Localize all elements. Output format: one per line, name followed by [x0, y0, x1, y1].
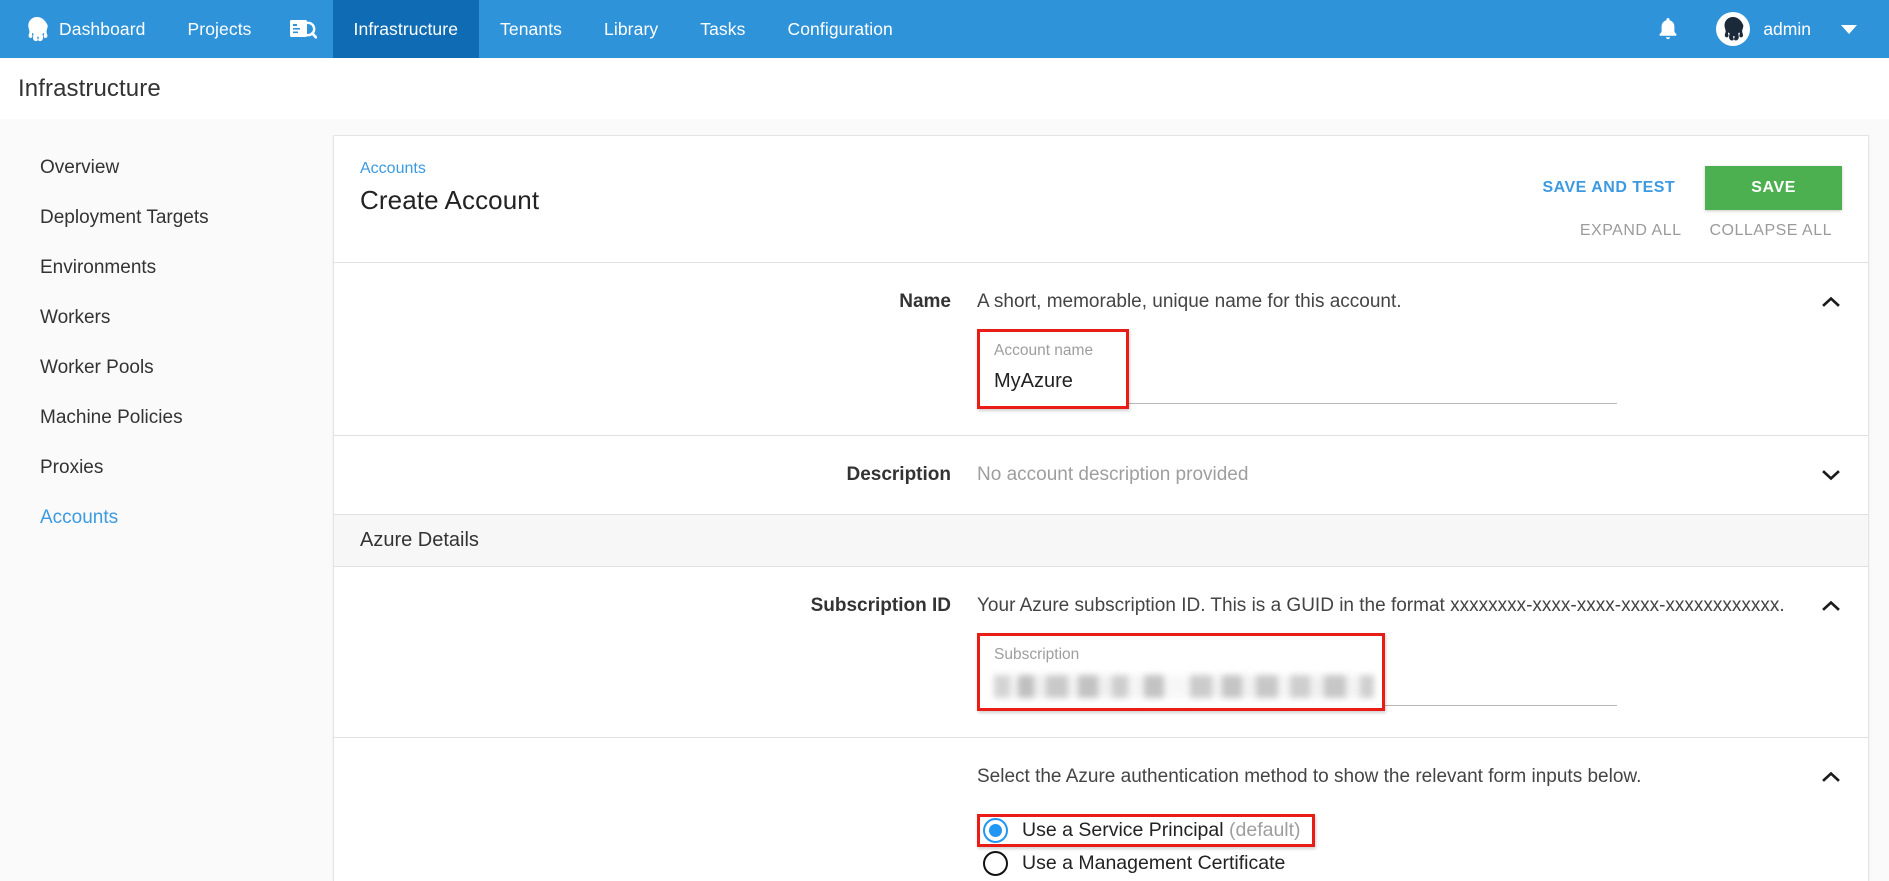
sidebar-item-label: Workers	[40, 307, 111, 328]
section-header-azure-details: Azure Details	[334, 514, 1868, 566]
subscription-floating-label: Subscription	[994, 646, 1080, 663]
description-placeholder[interactable]: No account description provided	[977, 462, 1802, 488]
sidebar-item-label: Machine Policies	[40, 407, 183, 428]
nav-item-label: Dashboard	[59, 18, 146, 39]
create-account-card: Accounts Create Account SAVE AND TEST SA…	[333, 135, 1869, 881]
bell-icon	[1658, 17, 1678, 41]
auth-method-label-empty	[334, 764, 977, 880]
card-header: Accounts Create Account SAVE AND TEST SA…	[334, 136, 1868, 215]
nav-item-library[interactable]: Library	[583, 0, 679, 58]
name-label: Name	[899, 291, 951, 312]
top-navbar: Dashboard Projects Infrastructure Tenant	[0, 0, 1889, 58]
subscription-input-box[interactable]: Subscription	[977, 633, 1385, 711]
expand-all-button[interactable]: EXPAND ALL	[1570, 216, 1692, 246]
radio-label-default-suffix: (default)	[1229, 819, 1301, 841]
name-help-text: A short, memorable, unique name for this…	[977, 291, 1402, 312]
sidebar-item-label: Environments	[40, 257, 157, 278]
description-content: No account description provided	[977, 462, 1842, 488]
main-content: Accounts Create Account SAVE AND TEST SA…	[333, 119, 1889, 881]
radio-label: Use a Management Certificate	[1022, 852, 1286, 874]
auth-method-help-text: Select the Azure authentication method t…	[977, 766, 1642, 787]
auth-method-radio-group: Use a Service Principal (default) Use a …	[977, 814, 1802, 880]
caret-down-icon	[1841, 24, 1857, 34]
sidebar-item-label: Worker Pools	[40, 357, 154, 378]
subscription-input-redacted-value[interactable]	[994, 675, 1374, 698]
radio-selected-icon	[983, 818, 1008, 843]
name-content: A short, memorable, unique name for this…	[977, 289, 1842, 409]
nav-item-label: Configuration	[787, 18, 893, 39]
navbar-right-group: admin	[1636, 0, 1889, 58]
account-name-input-box[interactable]: Account name MyAzure	[977, 329, 1129, 409]
radio-use-service-principal[interactable]: Use a Service Principal (default)	[977, 814, 1315, 847]
nav-item-label: Library	[604, 18, 659, 39]
form-row-subscription-id: Subscription ID Your Azure subscription …	[334, 566, 1868, 737]
sidebar-item-label: Overview	[40, 157, 120, 178]
sidebar-item-label: Proxies	[40, 457, 104, 478]
nav-item-projects[interactable]: Projects	[167, 0, 273, 58]
page-body: Overview Deployment Targets Environments…	[0, 119, 1889, 881]
radio-label: Use a Service Principal (default)	[1022, 819, 1301, 842]
save-and-test-button[interactable]: SAVE AND TEST	[1526, 169, 1691, 207]
sidebar-item-proxies[interactable]: Proxies	[0, 443, 333, 493]
user-menu[interactable]: admin	[1700, 12, 1815, 46]
sidebar-item-overview[interactable]: Overview	[0, 143, 333, 193]
nav-item-label: Tenants	[500, 18, 563, 39]
account-name-input[interactable]: MyAzure	[994, 366, 1112, 396]
page-scrollbar[interactable]	[1882, 119, 1889, 881]
account-name-field-wrap: Account name MyAzure	[977, 329, 1802, 409]
radio-unselected-icon	[983, 851, 1008, 876]
form-row-auth-method: Select the Azure authentication method t…	[334, 737, 1868, 881]
nav-item-label: Infrastructure	[353, 18, 459, 39]
nav-item-dashboard[interactable]: Dashboard	[0, 0, 167, 58]
sidebar-item-label: Deployment Targets	[40, 207, 209, 228]
subscription-id-content: Your Azure subscription ID. This is a GU…	[977, 593, 1842, 711]
card-header-actions: SAVE AND TEST SAVE	[1526, 160, 1842, 210]
user-menu-caret-button[interactable]	[1815, 24, 1867, 34]
description-label: Description	[846, 464, 951, 485]
nav-item-tasks[interactable]: Tasks	[679, 0, 766, 58]
sidebar-item-machine-policies[interactable]: Machine Policies	[0, 393, 333, 443]
sidebar: Overview Deployment Targets Environments…	[0, 119, 333, 881]
sidebar-item-workers[interactable]: Workers	[0, 293, 333, 343]
chevron-up-icon[interactable]	[1820, 291, 1842, 313]
account-name-floating-label: Account name	[994, 342, 1094, 359]
sidebar-item-deployment-targets[interactable]: Deployment Targets	[0, 193, 333, 243]
save-button[interactable]: SAVE	[1705, 166, 1842, 210]
nav-item-label: Tasks	[700, 18, 746, 39]
navbar-left-group: Dashboard Projects Infrastructure Tenant	[0, 0, 914, 58]
nav-item-configuration[interactable]: Configuration	[766, 0, 913, 58]
expand-collapse-row: EXPAND ALL COLLAPSE ALL	[334, 206, 1868, 262]
chevron-up-icon[interactable]	[1820, 595, 1842, 617]
subscription-id-help-text: Your Azure subscription ID. This is a GU…	[977, 595, 1785, 616]
radio-use-management-certificate[interactable]: Use a Management Certificate	[977, 847, 1299, 880]
collapse-all-button[interactable]: COLLAPSE ALL	[1699, 216, 1842, 246]
sidebar-item-environments[interactable]: Environments	[0, 243, 333, 293]
subscription-field-wrap: Subscription	[977, 633, 1802, 711]
user-name: admin	[1763, 18, 1811, 39]
page-title: Infrastructure	[18, 74, 161, 102]
nav-item-infrastructure[interactable]: Infrastructure	[332, 0, 480, 58]
nav-item-tenants[interactable]: Tenants	[479, 0, 583, 58]
sidebar-item-label: Accounts	[40, 507, 119, 528]
chevron-down-icon[interactable]	[1820, 464, 1842, 486]
octopus-logo-icon	[26, 16, 48, 42]
notifications-button[interactable]	[1636, 17, 1700, 41]
breadcrumb-accounts[interactable]: Accounts	[360, 160, 426, 178]
avatar	[1716, 12, 1751, 46]
page-header: Infrastructure	[0, 58, 1889, 119]
auth-method-content: Select the Azure authentication method t…	[977, 764, 1842, 880]
sidebar-item-worker-pools[interactable]: Worker Pools	[0, 343, 333, 393]
radio-dot	[989, 824, 1002, 837]
radio-label-text: Use a Service Principal	[1022, 819, 1224, 841]
form-row-name: Name A short, memorable, unique name for…	[334, 262, 1868, 435]
nav-item-label: Projects	[187, 18, 252, 39]
form-row-description: Description No account description provi…	[334, 435, 1868, 514]
document-search-button[interactable]	[273, 0, 333, 58]
chevron-up-icon[interactable]	[1820, 766, 1842, 788]
document-search-icon	[289, 17, 317, 41]
subscription-id-label: Subscription ID	[810, 595, 951, 616]
sidebar-item-accounts[interactable]: Accounts	[0, 493, 333, 543]
